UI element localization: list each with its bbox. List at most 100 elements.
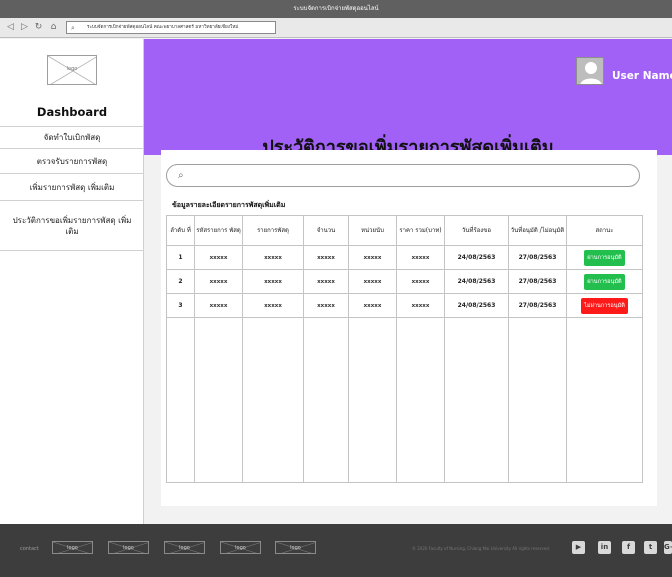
section-title: ข้อมูลรายละเอียดรายการพัสดุเพิ่มเติม — [172, 201, 286, 209]
status-cell: ไม่ผ่านการอนุมัติ — [566, 293, 643, 318]
sidebar-title: Dashboard — [36, 105, 108, 119]
sidebar-item-inspection[interactable]: ตรวจรับรายการพัสดุ — [0, 149, 144, 174]
refresh-icon[interactable]: ↻ — [33, 22, 44, 33]
logo-label: logo — [66, 66, 78, 72]
column-header: วันที่ร้องขอ — [444, 215, 509, 246]
app-window: ระบบจัดการเบิกจ่ายพัสดุออนไลน์ ◁ ▷ ↻ ⌂ ⌕… — [0, 0, 672, 577]
item-unit: xxxxx — [348, 269, 397, 294]
user-name[interactable]: User Name — [612, 70, 672, 82]
item-price: xxxxx — [396, 269, 445, 294]
item-price: xxxxx — [396, 293, 445, 318]
google-plus-icon[interactable]: G+ — [664, 541, 672, 554]
status-badge[interactable]: ไม่ผ่านการอนุมัติ — [581, 297, 628, 314]
column-header: รายการพัสดุ — [242, 215, 304, 246]
back-icon[interactable]: ◁ — [5, 22, 16, 33]
logo-label: logo — [123, 545, 134, 551]
table-row[interactable]: 2 xxxxx xxxxx xxxxx xxxxx xxxxx 24/08/25… — [166, 269, 643, 294]
column-header: ลำดับ ที่ — [166, 215, 195, 246]
item-code: xxxxx — [194, 269, 243, 294]
empty-cell — [303, 317, 349, 483]
address-bar[interactable]: ⌕ ระบบจัดการเบิกจ่ายพัสดุออนไลน์ คณะพยาบ… — [66, 21, 276, 34]
row-number: 3 — [166, 293, 195, 318]
empty-cell — [242, 317, 304, 483]
copyright-text: © 2020 Faculty of Nursing, Chiang Mai Un… — [412, 546, 551, 551]
search-icon: ⌕ — [178, 170, 184, 181]
empty-cell — [166, 317, 195, 483]
sidebar-item-label: ประวัติการขอเพิ่มรายการพัสดุ เพิ่มเติม — [12, 215, 132, 236]
logo-label: logo — [290, 545, 301, 551]
youtube-icon[interactable]: ▶ — [572, 541, 585, 554]
sidebar-item-requisition[interactable]: จัดทำใบเบิกพัสดุ — [0, 126, 144, 149]
item-code: xxxxx — [194, 293, 243, 318]
search-icon: ⌕ — [71, 24, 75, 32]
item-quantity: xxxxx — [303, 245, 349, 270]
footer-logo: logo — [220, 541, 261, 554]
forward-icon[interactable]: ▷ — [19, 22, 30, 33]
twitter-icon[interactable]: t — [644, 541, 657, 554]
address-text: ระบบจัดการเบิกจ่ายพัสดุออนไลน์ คณะพยาบาล… — [87, 25, 239, 30]
column-header: จำนวน — [303, 215, 349, 246]
column-header: วันที่อนุมัติ /ไม่อนุมัติ — [508, 215, 567, 246]
browser-toolbar: ◁ ▷ ↻ ⌂ ⌕ ระบบจัดการเบิกจ่ายพัสดุออนไลน์… — [0, 18, 672, 38]
sidebar-item-label: เพิ่มรายการพัสดุ เพิ่มเติม — [29, 182, 115, 192]
item-name: xxxxx — [242, 293, 304, 318]
contact-link[interactable]: contact — [20, 546, 39, 552]
history-table: ลำดับ ที่ รหัสรายการ พัสดุ รายการพัสดุ จ… — [166, 215, 643, 483]
request-date: 24/08/2563 — [444, 245, 509, 270]
sidebar-item-label: ตรวจรับรายการพัสดุ — [36, 156, 108, 166]
item-unit: xxxxx — [348, 245, 397, 270]
table-empty-row — [166, 317, 643, 483]
table-row[interactable]: 3 xxxxx xxxxx xxxxx xxxxx xxxxx 24/08/25… — [166, 293, 643, 318]
empty-cell — [444, 317, 509, 483]
status-cell: ผ่านการอนุมัติ — [566, 269, 643, 294]
linkedin-icon[interactable]: in — [598, 541, 611, 554]
column-header: รหัสรายการ พัสดุ — [194, 215, 243, 246]
status-cell: ผ่านการอนุมัติ — [566, 245, 643, 270]
table-row[interactable]: 1 xxxxx xxxxx xxxxx xxxxx xxxxx 24/08/25… — [166, 245, 643, 270]
footer-logo: logo — [52, 541, 93, 554]
footer: contact logo logo logo logo logo © 2020 … — [0, 524, 672, 577]
status-badge[interactable]: ผ่านการอนุมัติ — [584, 273, 625, 290]
logo-label: logo — [235, 545, 246, 551]
logo-label: logo — [179, 545, 190, 551]
avatar[interactable] — [576, 57, 604, 85]
item-code: xxxxx — [194, 245, 243, 270]
footer-logo: logo — [164, 541, 205, 554]
row-number: 2 — [166, 269, 195, 294]
decision-date: 27/08/2563 — [508, 293, 567, 318]
item-name: xxxxx — [242, 269, 304, 294]
footer-logo: logo — [108, 541, 149, 554]
empty-cell — [566, 317, 643, 483]
footer-logo: logo — [275, 541, 316, 554]
empty-cell — [348, 317, 397, 483]
decision-date: 27/08/2563 — [508, 245, 567, 270]
item-quantity: xxxxx — [303, 293, 349, 318]
sidebar-item-label: จัดทำใบเบิกพัสดุ — [43, 133, 101, 142]
item-quantity: xxxxx — [303, 269, 349, 294]
column-header: หน่วยนับ — [348, 215, 397, 246]
user-icon — [580, 62, 602, 84]
sidebar: logo Dashboard จัดทำใบเบิกพัสดุ ตรวจรับร… — [0, 39, 144, 524]
row-number: 1 — [166, 245, 195, 270]
request-date: 24/08/2563 — [444, 269, 509, 294]
status-badge[interactable]: ผ่านการอนุมัติ — [584, 249, 625, 266]
decision-date: 27/08/2563 — [508, 269, 567, 294]
column-header: สถานะ — [566, 215, 643, 246]
facebook-icon[interactable]: f — [622, 541, 635, 554]
search-input[interactable]: ⌕ — [166, 164, 640, 187]
empty-cell — [396, 317, 445, 483]
sidebar-item-add-items[interactable]: เพิ่มรายการพัสดุ เพิ่มเติม — [0, 174, 144, 201]
empty-cell — [194, 317, 243, 483]
home-icon[interactable]: ⌂ — [48, 22, 59, 33]
window-title: ระบบจัดการเบิกจ่ายพัสดุออนไลน์ — [0, 0, 672, 18]
item-price: xxxxx — [396, 245, 445, 270]
sidebar-logo: logo — [47, 55, 97, 85]
item-name: xxxxx — [242, 245, 304, 270]
empty-cell — [508, 317, 567, 483]
request-date: 24/08/2563 — [444, 293, 509, 318]
item-unit: xxxxx — [348, 293, 397, 318]
logo-label: logo — [67, 545, 78, 551]
table-header-row: ลำดับ ที่ รหัสรายการ พัสดุ รายการพัสดุ จ… — [166, 215, 643, 246]
column-header: ราคา รวม(บาท) — [396, 215, 445, 246]
sidebar-item-history[interactable]: ประวัติการขอเพิ่มรายการพัสดุ เพิ่มเติม — [0, 201, 144, 251]
